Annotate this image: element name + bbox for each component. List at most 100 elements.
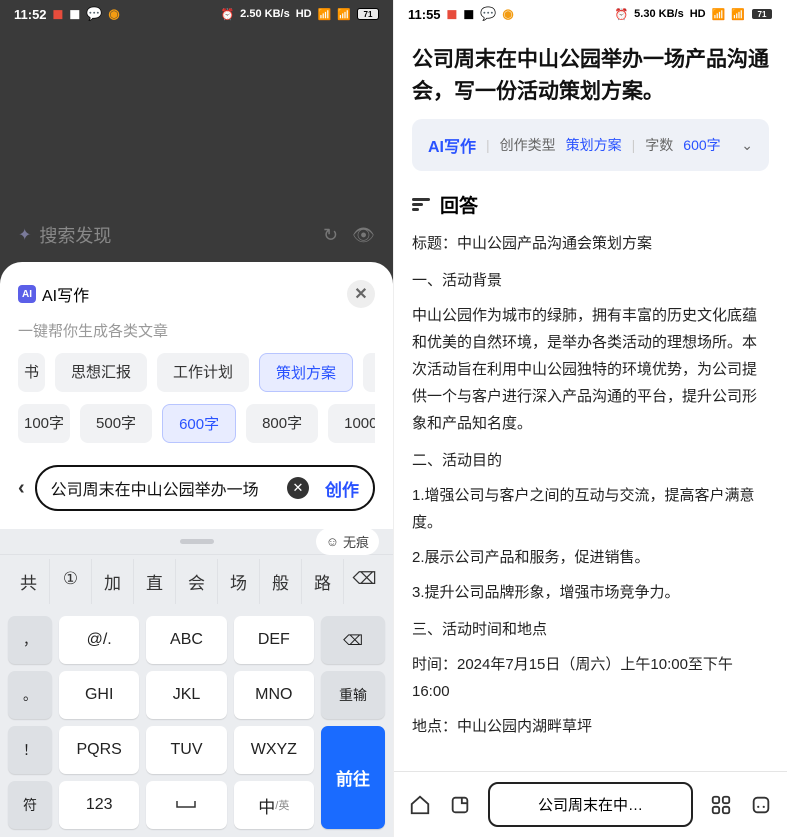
key[interactable]: WXYZ [234,726,314,774]
sheet-title-text: AI写作 [42,282,89,306]
menu-icon[interactable] [749,793,773,817]
suggestion[interactable]: 场 [218,559,260,604]
key[interactable]: GHI [59,671,139,719]
ai-label: AI写作 [428,133,476,157]
list-item: 2.展示公司产品和服务，促进销售。 [412,544,769,571]
list-item: 时间：2024年7月15日（周六）上午10:00至下午16:00 [412,651,769,705]
count-label: 字数 [645,135,673,155]
suggestion[interactable]: 共 [8,559,50,604]
refresh-icon[interactable]: ↻ [323,225,338,246]
count-chip[interactable]: 800字 [246,404,318,443]
section-body: 中山公园作为城市的绿肺，拥有丰富的历史文化底蕴和优美的自然环境，是举办各类活动的… [412,302,769,437]
count-chips[interactable]: 100字 500字 600字 800字 1000字 [18,404,375,443]
period-key[interactable]: 。 [8,671,52,719]
input-row: ‹ 公司周末在中山公园举办一场 ✕ 创作 [18,465,375,511]
article-body[interactable]: 标题：中山公园产品沟通会策划方案 一、活动背景 中山公园作为城市的绿肺，拥有丰富… [412,230,769,755]
app-icon: 💬 [480,6,496,22]
answer-header: 回答 [412,191,769,218]
space-key[interactable] [146,781,226,829]
number-key[interactable]: 123 [59,781,139,829]
comma-key[interactable]: ， [8,616,52,664]
suggestion[interactable]: 会 [176,559,218,604]
app-icon: ◼ [53,6,64,22]
status-time: 11:55 [408,7,441,22]
sheet-title: AI AI写作 [18,282,89,306]
app-icon: ◉ [502,6,513,22]
battery-icon: 71 [751,8,773,20]
lang-key[interactable]: 中/英 [234,781,314,829]
stealth-icon: ☺ [326,534,339,549]
config-bar[interactable]: AI写作 | 创作类型 策划方案 | 字数 600字 ⌄ [412,119,769,171]
address-pill[interactable]: 公司周末在中… [488,782,693,827]
apps-icon[interactable] [709,793,733,817]
count-chip[interactable]: 500字 [80,404,152,443]
suggestion-row: 共 ① 加 直 会 场 般 路 ⌫ [0,554,393,608]
count-chip-edge[interactable]: 100字 [18,404,70,443]
stealth-label: 无痕 [343,532,369,551]
stealth-toggle[interactable]: ☺ 无痕 [316,528,379,555]
suggestion[interactable]: 加 [92,559,134,604]
search-discover-label: 搜索发现 [39,222,111,248]
type-chip-active[interactable]: 策划方案 [259,353,353,392]
wifi-icon: 📶 [337,8,351,21]
symbol-key[interactable]: 符 [8,781,52,829]
go-key[interactable]: 前往 [321,726,385,829]
close-icon[interactable]: ✕ [347,280,375,308]
section-title: 三、活动时间和地点 [412,616,769,643]
type-chip-edge[interactable]: 书 [18,353,45,392]
exclaim-key[interactable]: ！ [8,726,52,774]
background-dark: ✦ 搜索发现 ↻ 👁 [0,28,393,262]
key[interactable]: JKL [146,671,226,719]
search-discover-bar[interactable]: ✦ 搜索发现 ↻ 👁 [0,208,393,262]
home-icon[interactable] [408,793,432,817]
suggestion[interactable]: 路 [302,559,344,604]
tabs-icon[interactable] [448,793,472,817]
back-icon[interactable]: ‹ [18,477,25,500]
key[interactable]: @/. [59,616,139,664]
type-chip[interactable]: 工作计划 [157,353,249,392]
suggestion-backspace[interactable]: ⌫ [344,559,385,604]
status-time: 11:52 [14,7,47,22]
article-heading: 标题：中山公园产品沟通会策划方案 [412,230,769,257]
space-icon [175,799,197,811]
key[interactable]: TUV [146,726,226,774]
create-button[interactable]: 创作 [317,476,367,501]
count-chip-active[interactable]: 600字 [162,404,236,443]
page-title: 公司周末在中山公园举办一场产品沟通会，写一份活动策划方案。 [412,44,769,107]
net-speed: 5.30 KB/s [634,8,684,20]
key[interactable]: ABC [146,616,226,664]
key[interactable]: PQRS [59,726,139,774]
eye-icon[interactable]: 👁 [352,225,375,246]
keyboard-handle[interactable] [180,539,214,544]
status-bar-right: 11:55 ◼ ◼ 💬 ◉ ⏰ 5.30 KB/s HD 📶 📶 71 [394,0,787,28]
suggestion[interactable]: 直 [134,559,176,604]
type-chip[interactable]: 思想汇报 [55,353,147,392]
key[interactable]: MNO [234,671,314,719]
chevron-down-icon[interactable]: ⌄ [741,137,753,154]
ai-writing-sheet: AI AI写作 ✕ 一键帮你生成各类文章 书 思想汇报 工作计划 策划方案 商业… [0,262,393,529]
list-item: 地点：中山公园内湖畔草坪 [412,713,769,740]
type-chips[interactable]: 书 思想汇报 工作计划 策划方案 商业计划 [18,353,375,392]
app-icon: ◼ [69,6,80,22]
right-phone: 11:55 ◼ ◼ 💬 ◉ ⏰ 5.30 KB/s HD 📶 📶 71 公司周末… [393,0,787,837]
section-title: 二、活动目的 [412,447,769,474]
section-title: 四、活动内容 [412,750,769,755]
sheet-subtitle: 一键帮你生成各类文章 [18,320,375,341]
keyboard: ☺ 无痕 共 ① 加 直 会 场 般 路 ⌫ ， @/. ABC DEF ⌫ 。… [0,529,393,837]
signal-icon: 📶 [712,8,726,21]
suggestion[interactable]: 般 [260,559,302,604]
address-text: 公司周末在中… [538,797,643,814]
suggestion[interactable]: ① [50,559,92,604]
bottom-nav: 公司周末在中… [394,771,787,837]
clear-icon[interactable]: ✕ [287,477,309,499]
battery-icon: 71 [357,8,379,20]
keyboard-grid: ， @/. ABC DEF ⌫ 。 GHI JKL MNO 重输 ！ PQRS … [0,608,393,837]
key[interactable]: DEF [234,616,314,664]
prompt-input[interactable]: 公司周末在中山公园举办一场 ✕ 创作 [35,465,375,511]
retype-key[interactable]: 重输 [321,671,385,719]
type-chip[interactable]: 商业计划 [363,353,375,392]
backspace-key[interactable]: ⌫ [321,616,385,664]
type-label: 创作类型 [500,135,556,155]
count-chip[interactable]: 1000字 [328,404,375,443]
sparkle-icon: ✦ [18,225,31,245]
